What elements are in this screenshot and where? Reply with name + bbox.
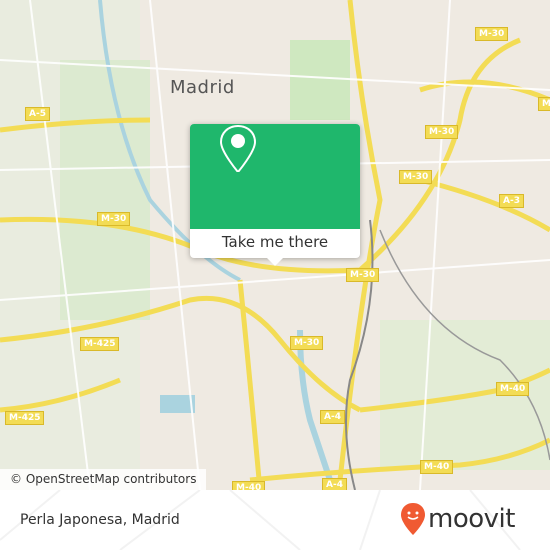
place-name: Perla Japonesa, Madrid: [20, 512, 180, 528]
moovit-logo[interactable]: moovit: [400, 502, 515, 536]
road-shield: M-30: [425, 125, 459, 139]
city-label-madrid: Madrid: [170, 77, 235, 98]
map[interactable]: Madrid M-30 M-30 M-30 M-30 M-30 M-30 A-5…: [0, 0, 550, 490]
location-popup[interactable]: Take me there: [190, 124, 360, 266]
road-shield: A-4: [320, 410, 345, 424]
road-shield: M-30: [475, 27, 509, 41]
popup-header: [190, 124, 360, 229]
map-attribution[interactable]: © OpenStreetMap contributors: [0, 469, 207, 490]
road-shield: A-4: [322, 478, 347, 490]
take-me-there-button[interactable]: Take me there: [190, 229, 360, 258]
logo-text: moovit: [428, 504, 515, 534]
popup-pointer: [267, 258, 283, 266]
road-shield: M-425: [5, 411, 45, 425]
road-shield: M-30: [399, 170, 433, 184]
road-shield: M-40: [232, 481, 266, 490]
road-shield: M-30: [97, 212, 131, 226]
map-pin-icon: [219, 124, 257, 172]
road-shield: M-40: [420, 460, 454, 474]
road-shield: A-5: [25, 107, 50, 121]
road-shield: M-30: [290, 336, 324, 350]
road-shield: M-: [538, 97, 550, 111]
road-shield: M-40: [496, 382, 530, 396]
road-shield: M-425: [80, 337, 120, 351]
moovit-pin-icon: [401, 503, 425, 535]
footer: Perla Japonesa, Madrid moovit: [0, 490, 550, 550]
road-shield: A-3: [499, 194, 524, 208]
road-shield: M-30: [346, 268, 380, 282]
